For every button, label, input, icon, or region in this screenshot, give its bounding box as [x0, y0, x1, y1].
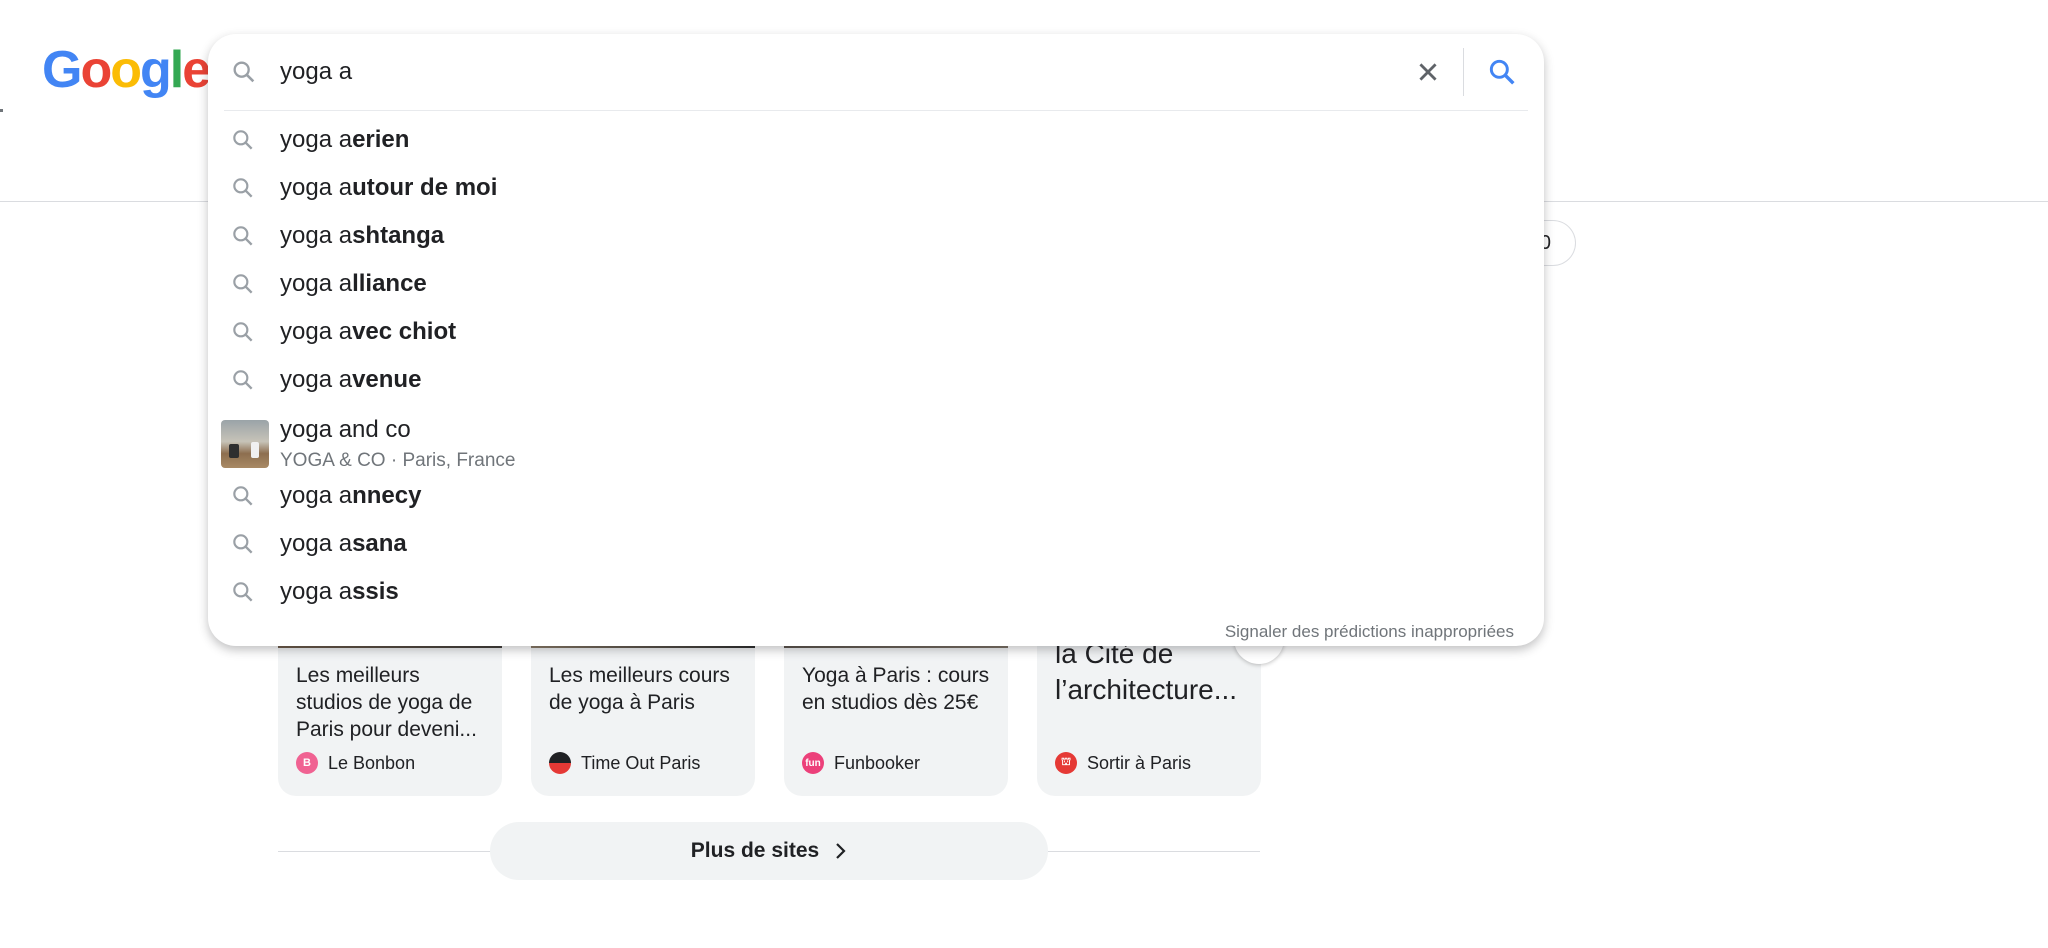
suggestion-item[interactable]: yoga assis [208, 568, 1544, 616]
suggestion-completion: nnecy [352, 482, 422, 509]
logo-letter: l [169, 41, 185, 99]
suggestion-item[interactable]: yoga avec chiot [208, 308, 1544, 356]
card-title: la Cité de l’architecture... [1055, 638, 1238, 705]
suggestion-completion: venue [352, 366, 422, 393]
search-icon [230, 367, 256, 393]
search-icon [230, 175, 256, 201]
place-thumbnail [221, 420, 269, 468]
card-source-name: Sortir à Paris [1087, 752, 1192, 773]
report-predictions-link[interactable]: Signaler des prédictions inappropriées [1225, 622, 1514, 642]
favicon-icon: ⛫ [1055, 752, 1077, 774]
card-source-name: Time Out Paris [581, 752, 701, 773]
card-source: B Le Bonbon [296, 752, 415, 774]
suggestion-item[interactable]: yoga aerien [208, 116, 1544, 164]
more-sites-label: Plus de sites [690, 839, 820, 862]
edge-marker [0, 109, 3, 112]
suggestion-text: yoga asana [280, 530, 407, 558]
search-bar-divider [224, 110, 1528, 111]
search-icon [230, 319, 256, 345]
logo-letter: o [80, 41, 112, 99]
card-title: Yoga à Paris : cours en studios dès 25€ [802, 664, 990, 714]
favicon-icon: fun [802, 752, 824, 774]
suggestion-item[interactable]: yoga asana [208, 520, 1544, 568]
card-source: ⛫ Sortir à Paris [1055, 752, 1191, 774]
suggestion-text: yoga annecy [280, 482, 421, 510]
search-input[interactable] [280, 52, 1280, 92]
card-source: fun Funbooker [802, 752, 920, 774]
favicon-text: ⛫ [1060, 756, 1072, 768]
suggestion-prefix: yoga a [280, 270, 353, 297]
suggestion-completion: sana [352, 530, 407, 557]
search-icon [230, 223, 256, 249]
card-source-name: Funbooker [834, 752, 921, 773]
suggestion-subtitle: YOGA & CO · Paris, France [280, 450, 516, 471]
suggestion-text: yoga alliance [280, 270, 427, 298]
search-icon [230, 483, 256, 509]
suggestion-text: yoga avenue [280, 366, 421, 394]
favicon-text: B [303, 757, 311, 769]
suggestion-text: yoga ashtanga [280, 222, 444, 250]
card-source: Time Out Paris [549, 752, 700, 774]
search-icon [230, 58, 258, 86]
suggestion-text: yoga assis [280, 578, 399, 606]
suggestion-item[interactable]: yoga annecy [208, 472, 1544, 520]
suggestion-prefix: yoga a [280, 126, 353, 153]
search-bar-separator [1463, 48, 1464, 96]
card-source-name: Le Bonbon [328, 752, 416, 773]
google-logo[interactable]: Google [42, 41, 211, 99]
more-sites-button[interactable]: Plus de sites [490, 822, 1048, 880]
suggestion-prefix: yoga a [280, 366, 353, 393]
chevron-right-icon [833, 841, 847, 861]
suggestion-prefix: yoga a [280, 174, 353, 201]
logo-letter: e [182, 41, 211, 99]
suggestion-item[interactable]: yoga alliance [208, 260, 1544, 308]
suggestion-prefix: yoga a [280, 578, 353, 605]
card-title: Les meilleurs studios de yoga de Paris p… [296, 664, 477, 741]
suggestion-completion: lliance [352, 270, 427, 297]
suggestion-title: yoga and co [280, 416, 411, 443]
suggestion-prefix: yoga a [280, 222, 353, 249]
card-title: Les meilleurs cours de yoga à Paris [549, 664, 730, 714]
suggestion-item-place[interactable]: yoga and co YOGA & CO · Paris, France [208, 410, 1544, 478]
search-icon [230, 531, 256, 557]
suggestion-prefix: yoga a [280, 318, 353, 345]
favicon-icon [549, 752, 571, 774]
favicon-text: fun [805, 757, 821, 769]
clear-search-button[interactable] [1410, 54, 1446, 90]
suggestion-text: yoga avec chiot [280, 318, 456, 346]
search-autocomplete-dropdown: yoga aerien yoga autour de moi yoga asht… [208, 34, 1544, 646]
close-icon [1415, 59, 1441, 85]
suggestion-prefix: yoga a [280, 482, 353, 509]
suggestion-item[interactable]: yoga autour de moi [208, 164, 1544, 212]
suggestion-completion: utour de moi [352, 174, 498, 201]
search-icon [230, 127, 256, 153]
search-submit-button[interactable] [1482, 52, 1522, 92]
logo-letter: G [42, 41, 82, 99]
search-icon [230, 271, 256, 297]
suggestion-item[interactable]: yoga ashtanga [208, 212, 1544, 260]
suggestion-completion: shtanga [352, 222, 445, 249]
suggestion-text: yoga aerien [280, 126, 409, 154]
favicon-icon: B [296, 752, 318, 774]
suggestion-completion: ssis [352, 578, 399, 605]
search-icon [1486, 56, 1518, 88]
suggestion-completion: erien [352, 126, 410, 153]
suggestion-prefix: yoga a [280, 530, 353, 557]
suggestion-completion: vec chiot [352, 318, 457, 345]
logo-letter: o [110, 41, 142, 99]
search-icon [230, 579, 256, 605]
logo-letter: g [139, 41, 172, 99]
suggestion-item[interactable]: yoga avenue [208, 356, 1544, 404]
search-bar [208, 34, 1544, 110]
suggestion-text: yoga autour de moi [280, 174, 497, 202]
